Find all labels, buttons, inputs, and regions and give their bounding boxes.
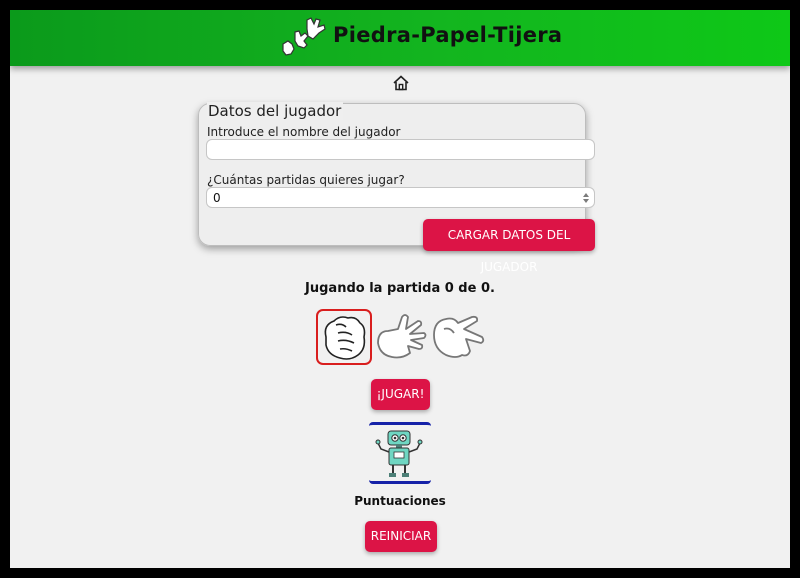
games-count-input[interactable]: 0	[206, 187, 595, 208]
opponent-frame	[369, 422, 431, 484]
robot-icon	[375, 430, 423, 477]
number-spinner-icon[interactable]	[581, 191, 591, 205]
scissors-hand-icon[interactable]	[428, 307, 488, 367]
load-player-button[interactable]: CARGAR DATOS DEL JUGADOR	[423, 219, 595, 274]
games-label: ¿Cuántas partidas quieres jugar?	[207, 173, 405, 187]
header-bar: Piedra-Papel-Tijera	[10, 10, 790, 66]
game-status-text: Jugando la partida 0 de 0.	[305, 281, 495, 296]
home-icon[interactable]	[392, 74, 410, 92]
scores-heading: Puntuaciones	[354, 494, 446, 508]
player-name-input[interactable]	[206, 139, 595, 160]
rock-hand-icon[interactable]	[314, 307, 374, 367]
player-data-legend: Datos del jugador	[207, 102, 344, 120]
app-title: Piedra-Papel-Tijera	[333, 23, 563, 47]
name-label: Introduce el nombre del jugador	[207, 125, 401, 139]
reset-button[interactable]: REINICIAR	[365, 521, 437, 552]
hands-icon	[282, 17, 326, 56]
paper-hand-icon[interactable]	[372, 307, 432, 367]
games-count-value: 0	[213, 191, 221, 205]
app-frame: Piedra-Papel-Tijera Datos del jugador In…	[10, 10, 790, 568]
play-button[interactable]: ¡JUGAR!	[371, 379, 430, 410]
